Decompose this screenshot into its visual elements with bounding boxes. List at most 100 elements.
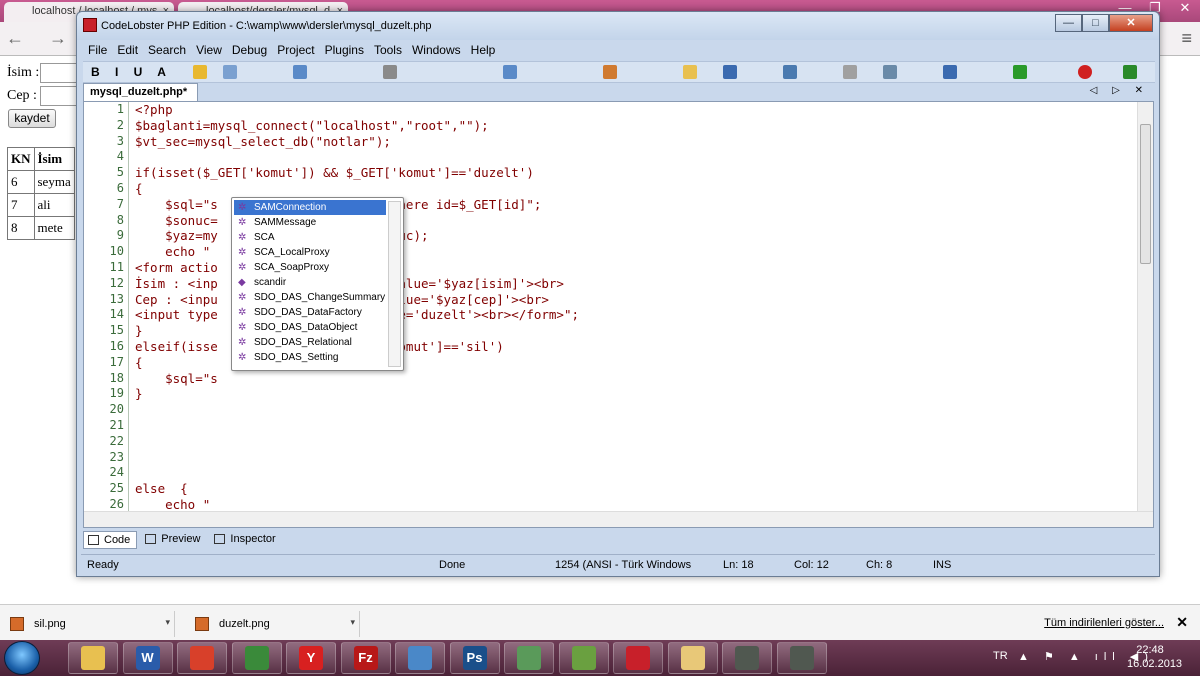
close-icon[interactable]: ✕ (1170, 0, 1200, 20)
clock[interactable]: 22:48 16.02.2013 (1127, 643, 1183, 671)
autocomplete-list: ✲ SAMConnection ✲ SAMMessage ✲ SCA ✲ SCA_Loc… (234, 200, 386, 365)
minimize-button[interactable]: — (1055, 14, 1082, 32)
taskbar-app-chart[interactable] (558, 642, 609, 674)
copy-icon[interactable] (843, 65, 857, 79)
autocomplete-scrollbar[interactable] (388, 201, 401, 367)
step-icon[interactable] (1123, 65, 1137, 79)
menu-windows[interactable]: Windows (407, 41, 466, 61)
window-title-bar[interactable]: CodeLobster PHP Edition - C:\wamp\www\de… (77, 12, 1159, 40)
window-title: CodeLobster PHP Edition - C:\wamp\www\de… (101, 20, 432, 32)
autocomplete-item[interactable]: ✲ SCA (234, 230, 386, 245)
taskbar-app-word[interactable]: W (122, 642, 173, 674)
menu-icon[interactable]: ≡ (1181, 28, 1192, 49)
autocomplete-item[interactable]: ✲ SDO_DAS_DataFactory (234, 305, 386, 320)
menu-project[interactable]: Project (272, 41, 319, 61)
taskbar-app-chrome[interactable] (177, 642, 227, 674)
horizontal-scrollbar[interactable] (84, 511, 1153, 527)
menu-file[interactable]: File (83, 41, 112, 61)
autocomplete-item[interactable]: ✲ SAMMessage (234, 215, 386, 230)
paragraph-icon[interactable] (223, 65, 237, 79)
menu-edit[interactable]: Edit (112, 41, 143, 61)
tab-inspector[interactable]: Inspector (210, 531, 281, 549)
taskbar-app-image-viewer[interactable] (231, 642, 282, 674)
chevron-down-icon[interactable]: ▾ (165, 617, 170, 628)
fold-margin[interactable] (128, 102, 132, 513)
word-icon: W (135, 646, 160, 670)
menu-help[interactable]: Help (466, 41, 501, 61)
taskbar-app-speaker[interactable] (395, 642, 445, 674)
autocomplete-item[interactable]: ✲ SAMConnection (234, 200, 386, 215)
line-number: 14 (109, 307, 124, 322)
taskbar-app-tool-b[interactable] (776, 642, 827, 674)
taskbar-app-photoshop[interactable]: Ps (449, 642, 500, 674)
menu-plugins[interactable]: Plugins (320, 41, 369, 61)
autocomplete-item[interactable]: ✲ SDO_DAS_ChangeSummary (234, 290, 386, 305)
autocomplete-item[interactable]: ◆ scandir (234, 275, 386, 290)
language-indicator[interactable]: TR (993, 650, 1008, 662)
save-icon[interactable] (723, 65, 737, 79)
cep-input[interactable] (40, 86, 80, 106)
show-all-downloads-link[interactable]: Tüm indirilenleri göster... (1044, 617, 1164, 629)
taskbar-app-codelobster[interactable] (613, 642, 663, 674)
taskbar-app-yandex[interactable]: Y (286, 642, 336, 674)
run-icon[interactable] (1013, 65, 1027, 79)
tab-nav-controls[interactable]: ◁ ▷ ✕ (1090, 85, 1149, 96)
download-item[interactable]: duzelt.png ▾ (185, 611, 360, 637)
tab-code[interactable]: Code (83, 531, 138, 549)
autocomplete-item[interactable]: ✲ SDO_DAS_DataObject (234, 320, 386, 335)
line-number: 5 (116, 165, 124, 180)
close-button[interactable]: ✕ (1109, 14, 1153, 32)
clock-date: 16.02.2013 (1127, 658, 1183, 670)
tab-preview[interactable]: Preview (141, 531, 206, 549)
open-folder-icon[interactable] (683, 65, 697, 79)
view-tabs: Code Preview Inspector (83, 531, 286, 551)
breakpoint-icon[interactable] (1078, 65, 1092, 79)
taskbar-app-filezilla[interactable]: Fz (340, 642, 391, 674)
autocomplete-item[interactable]: ✲ SDO_DAS_Setting (234, 350, 386, 365)
vertical-scrollbar[interactable] (1137, 102, 1153, 513)
taskbar-app-folder[interactable] (667, 642, 718, 674)
taskbar-app-explorer[interactable] (68, 642, 118, 674)
tab-label: Inspector (230, 533, 276, 545)
settings-icon[interactable] (943, 65, 957, 79)
autocomplete-item[interactable]: ✲ SCA_SoapProxy (234, 260, 386, 275)
autocomplete-item-label: scandir (254, 277, 287, 288)
menu-view[interactable]: View (191, 41, 227, 61)
smiley-icon[interactable] (193, 65, 207, 79)
maximize-button[interactable]: □ (1082, 14, 1109, 32)
taskbar-app-tool-a[interactable] (722, 642, 772, 674)
kaydet-button[interactable]: kaydet (8, 109, 56, 128)
menu-search[interactable]: Search (143, 41, 191, 61)
taskbar-app-users[interactable] (504, 642, 554, 674)
align-icon[interactable] (383, 65, 397, 79)
download-item[interactable]: sil.png ▾ (0, 611, 175, 637)
start-button[interactable] (4, 641, 40, 675)
autocomplete-item[interactable]: ✲ SDO_DAS_Relational (234, 335, 386, 350)
tool-a-icon (735, 646, 759, 670)
autocomplete-item-label: SDO_DAS_Setting (254, 352, 339, 363)
autocomplete-item[interactable]: ✲ SCA_LocalProxy (234, 245, 386, 260)
close-icon[interactable]: ✕ (1176, 614, 1188, 631)
menu-debug[interactable]: Debug (227, 41, 272, 61)
chevron-down-icon[interactable]: ▾ (350, 617, 355, 628)
image-icon[interactable] (293, 65, 307, 79)
scrollbar-thumb[interactable] (1140, 124, 1151, 264)
code-line: $baglanti=mysql_connect("localhost","roo… (135, 117, 489, 133)
format-toolbar-buttons[interactable]: B I U A (91, 65, 172, 79)
menu-tools[interactable]: Tools (369, 41, 407, 61)
isim-input[interactable] (40, 63, 80, 83)
autocomplete-popup[interactable]: ✲ SAMConnection ✲ SAMMessage ✲ SCA ✲ SCA_Loc… (231, 197, 404, 371)
line-number-gutter: 1 2 3 4 5 6 7 8 9 10 11 12 13 14 15 16 1… (84, 102, 128, 513)
code-line: { (135, 180, 143, 196)
table-icon[interactable] (503, 65, 517, 79)
table-row: 7 ali (7, 193, 75, 217)
form-icon[interactable] (603, 65, 617, 79)
line-number: 1 (116, 102, 124, 116)
undo-icon[interactable] (783, 65, 797, 79)
document-tab[interactable]: mysql_duzelt.php* (83, 83, 198, 101)
class-icon: ✲ (238, 232, 247, 243)
cep-label: Cep : (7, 88, 37, 103)
line-number: 23 (109, 449, 124, 464)
find-icon[interactable] (883, 65, 897, 79)
preview-icon (145, 534, 157, 544)
